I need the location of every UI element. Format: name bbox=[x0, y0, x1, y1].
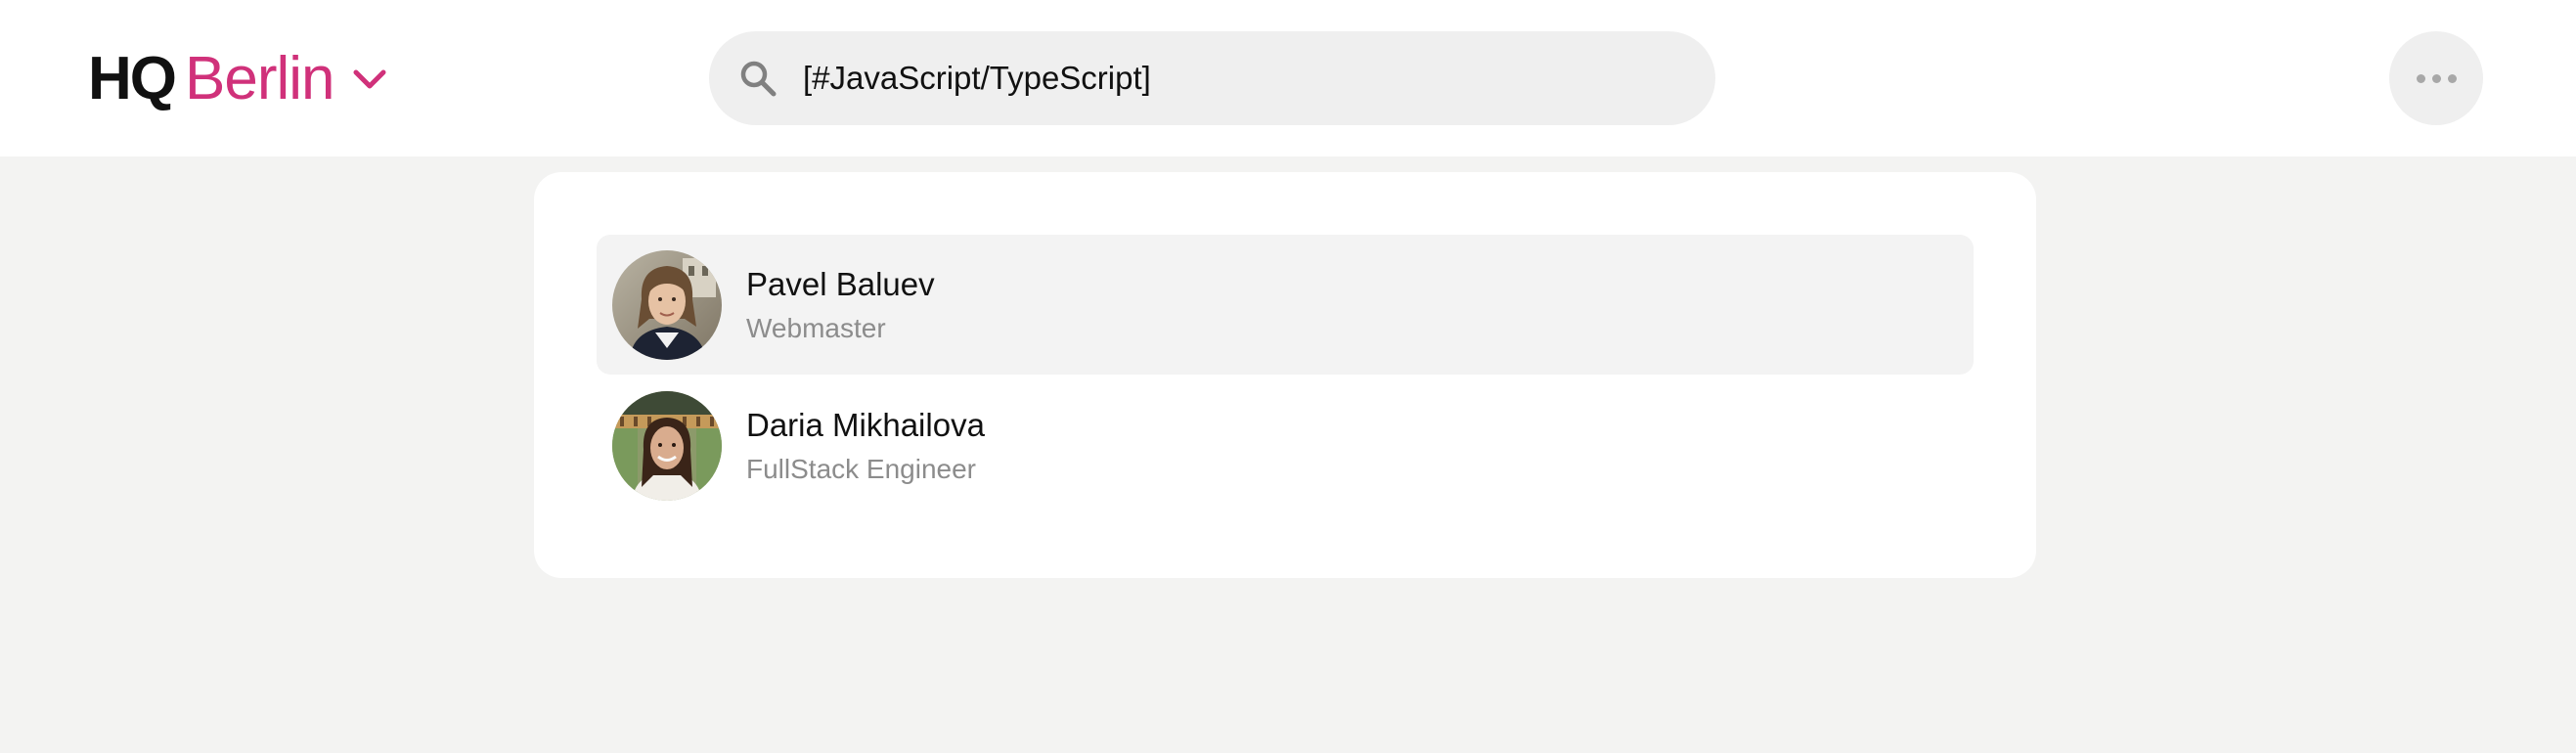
avatar bbox=[612, 249, 722, 360]
person-name: Daria Mikhailova bbox=[746, 406, 985, 443]
top-bar: HQ Berlin bbox=[0, 0, 2576, 156]
logo-city: Berlin bbox=[185, 45, 335, 112]
more-options-button[interactable] bbox=[2389, 31, 2483, 125]
person-name: Pavel Baluev bbox=[746, 265, 935, 302]
person-title: Webmaster bbox=[746, 312, 886, 343]
person-title: FullStack Engineer bbox=[746, 453, 977, 484]
result-row[interactable]: Pavel Baluev Webmaster bbox=[597, 235, 1974, 375]
location-switcher[interactable]: HQ Berlin bbox=[88, 45, 389, 113]
search-results-card: Pavel Baluev Webmaster Daria Mikhailova … bbox=[534, 172, 2036, 578]
chevron-down-icon bbox=[350, 60, 389, 99]
result-row[interactable]: Daria Mikhailova FullStack Engineer bbox=[597, 376, 1974, 515]
search-icon bbox=[736, 57, 779, 100]
more-horizontal-icon bbox=[2416, 73, 2425, 83]
search-input[interactable] bbox=[803, 60, 1683, 97]
avatar bbox=[612, 390, 722, 501]
logo-prefix: HQ bbox=[88, 45, 177, 112]
search-bar[interactable] bbox=[709, 31, 1715, 125]
